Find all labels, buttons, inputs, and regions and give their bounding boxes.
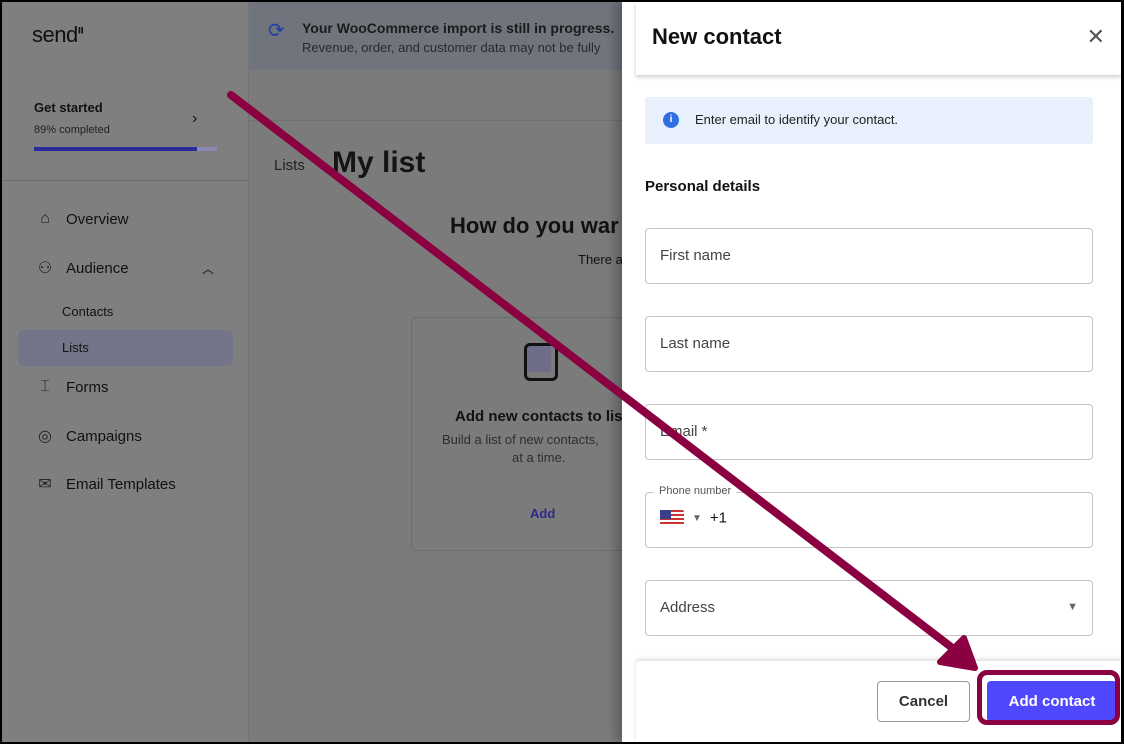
add-link[interactable]: Add [530, 506, 555, 521]
get-started-title: Get started [34, 100, 103, 115]
us-flag-icon[interactable] [660, 510, 684, 527]
divider [2, 180, 249, 181]
phone-label: Phone number [654, 485, 737, 497]
chevron-up-icon: ︿ [201, 261, 214, 276]
sidebar-item-label: Email Templates [66, 475, 176, 493]
section-subtext: There a [578, 252, 623, 267]
caret-down-icon[interactable]: ▼ [692, 513, 702, 524]
panel-header: New contact ✕ [636, 2, 1121, 75]
first-name-placeholder: First name [660, 247, 731, 264]
section-title: Personal details [645, 178, 761, 195]
panel-title: New contact [652, 24, 782, 49]
sidebar-item-overview[interactable]: ⌂ Overview [34, 210, 129, 228]
phone-field[interactable]: Phone number ▼ +1 [645, 485, 1093, 548]
breadcrumb-lists[interactable]: Lists [274, 157, 305, 174]
divider [250, 120, 630, 121]
phone-code: +1 [709, 509, 728, 527]
info-box: i Enter email to identify your contact. [645, 97, 1093, 144]
info-text: Enter email to identify your contact. [695, 112, 899, 127]
section-heading: How do you war [450, 213, 619, 238]
info-icon: i [663, 112, 679, 128]
sidebar-item-contacts[interactable]: Contacts [62, 304, 113, 319]
sidebar-item-audience[interactable]: ⚇ Audience ︿ [34, 258, 214, 278]
get-started-progress-label: 89% completed [34, 124, 110, 136]
get-started[interactable]: Get started 89% completed [34, 100, 110, 136]
add-contact-button[interactable]: Add contact [987, 681, 1117, 722]
card-desc-2: at a time. [512, 450, 566, 465]
caret-down-icon: ▼ [1067, 601, 1078, 613]
close-icon[interactable]: ✕ [1087, 24, 1105, 50]
target-icon: ◎ [38, 428, 52, 445]
users-icon: ⚇ [37, 260, 53, 277]
sidebar-item-label: Forms [66, 378, 109, 396]
sidebar-item-label: Audience [66, 259, 129, 277]
progress-fill [34, 147, 197, 151]
sidebar-item-forms[interactable]: ⌶ Forms [34, 378, 109, 396]
sync-icon: ⟳ [268, 20, 285, 42]
sidebar-item-label: Campaigns [66, 427, 142, 445]
edit-icon [524, 343, 558, 381]
logo[interactable]: sendıı [32, 22, 84, 48]
banner-title: Your WooCommerce import is still in prog… [302, 20, 615, 36]
address-placeholder: Address [660, 599, 716, 616]
cancel-button[interactable]: Cancel [877, 681, 970, 722]
form-icon: ⌶ [40, 378, 50, 395]
new-contact-panel: New contact ✕ i Enter email to identify y… [622, 2, 1121, 742]
sidebar-item-email-templates[interactable]: ✉ Email Templates [34, 474, 176, 494]
import-banner: ⟳ Your WooCommerce import is still in pr… [250, 2, 630, 70]
chevron-right-icon[interactable]: › [192, 110, 197, 128]
page-title: My list [332, 146, 426, 179]
sidebar-item-campaigns[interactable]: ◎ Campaigns [34, 426, 142, 446]
sidebar-item-lists[interactable]: Lists [18, 330, 233, 366]
first-name-field[interactable]: First name [645, 228, 1093, 284]
home-icon: ⌂ [40, 210, 50, 227]
card-title: Add new contacts to lis [455, 408, 623, 425]
app-window: sendıı Get started 89% completed › ⌂ Over… [2, 2, 1121, 742]
progress-bar [34, 147, 217, 151]
last-name-field[interactable]: Last name [645, 316, 1093, 372]
address-select[interactable]: Address ▼ [645, 580, 1093, 636]
mail-icon: ✉ [38, 476, 52, 493]
banner-text: Revenue, order, and customer data may no… [302, 40, 601, 55]
email-placeholder: Email * [660, 423, 708, 440]
email-field[interactable]: Email * [645, 404, 1093, 460]
panel-footer: Cancel Add contact [636, 661, 1121, 742]
sidebar-item-label: Overview [66, 210, 129, 228]
sidebar: sendıı Get started 89% completed › ⌂ Over… [2, 2, 249, 742]
add-contacts-card: Add new contacts to lis Build a list of … [411, 317, 651, 551]
last-name-placeholder: Last name [660, 335, 731, 352]
